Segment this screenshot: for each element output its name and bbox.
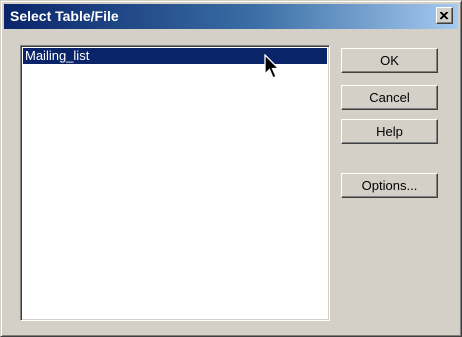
close-icon — [440, 11, 449, 20]
ok-button[interactable]: OK — [341, 48, 438, 73]
options-button[interactable]: Options... — [341, 173, 438, 198]
dialog-title: Select Table/File — [10, 8, 119, 24]
title-bar[interactable]: Select Table/File — [4, 4, 458, 29]
table-file-list[interactable]: Mailing_list — [20, 45, 330, 321]
list-item-mailing-list[interactable]: Mailing_list — [23, 48, 327, 64]
select-table-dialog: Select Table/File Mailing_list OK Cancel… — [0, 0, 462, 337]
close-button[interactable] — [436, 7, 453, 24]
help-button[interactable]: Help — [341, 119, 438, 144]
cancel-button[interactable]: Cancel — [341, 85, 438, 110]
